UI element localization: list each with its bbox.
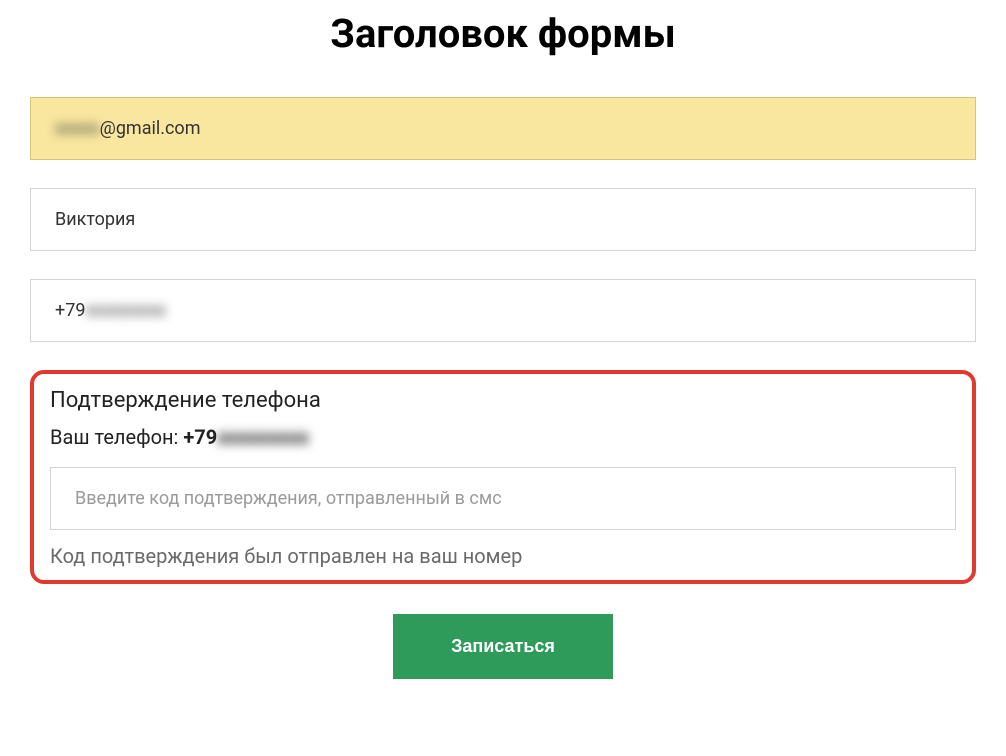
phone-field[interactable]: +79xxxxxxxxx — [30, 279, 976, 342]
name-input[interactable] — [55, 209, 951, 230]
submit-button[interactable]: Записаться — [393, 614, 613, 679]
form-container: Заголовок формы xxxxx@gmail.com +79xxxxx… — [0, 10, 1006, 679]
form-title: Заголовок формы — [30, 10, 976, 57]
name-field[interactable] — [30, 188, 976, 251]
email-masked-prefix: xxxxx — [55, 118, 100, 139]
confirmation-code-input[interactable] — [75, 488, 931, 509]
submit-row: Записаться — [30, 614, 976, 679]
confirmation-sent-message: Код подтверждения был отправлен на ваш н… — [50, 544, 956, 568]
confirmation-phone-prefix: +79 — [183, 425, 217, 449]
confirmation-phone-line: Ваш телефон: +79xxxxxxxxx — [50, 425, 956, 449]
your-phone-label: Ваш телефон: — [50, 425, 183, 449]
code-input-wrap — [50, 467, 956, 530]
email-field[interactable]: xxxxx@gmail.com — [30, 97, 976, 160]
phone-confirmation-box: Подтверждение телефона Ваш телефон: +79x… — [30, 370, 976, 584]
confirmation-title: Подтверждение телефона — [50, 388, 956, 413]
phone-masked-rest: xxxxxxxxx — [85, 300, 165, 321]
phone-prefix: +79 — [55, 300, 85, 321]
confirmation-phone-masked: xxxxxxxxx — [217, 425, 309, 449]
email-suffix: @gmail.com — [100, 118, 201, 139]
